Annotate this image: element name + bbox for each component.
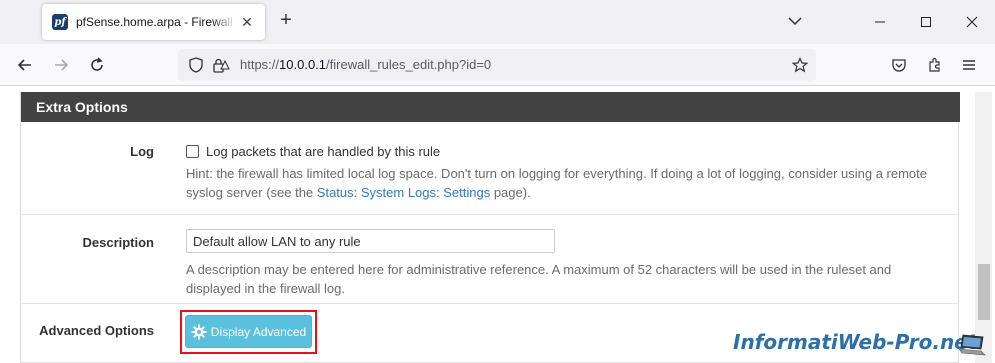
- log-checkbox[interactable]: [186, 145, 199, 158]
- tab-title: pfSense.home.arpa - Firewall: Rules: Edi…: [76, 15, 236, 29]
- browser-tab[interactable]: pf pfSense.home.arpa - Firewall: Rules: …: [42, 4, 265, 40]
- log-checkbox-label[interactable]: Log packets that are handled by this rul…: [206, 144, 440, 159]
- new-tab-icon[interactable]: +: [276, 10, 296, 30]
- gear-icon: [191, 324, 207, 339]
- scroll-thumb[interactable]: [978, 264, 990, 320]
- panel-heading: Extra Options: [21, 92, 960, 122]
- display-advanced-button[interactable]: Display Advanced: [185, 315, 312, 348]
- maximize-icon[interactable]: [912, 8, 940, 36]
- log-checkbox-line[interactable]: Log packets that are handled by this rul…: [186, 144, 946, 159]
- advanced-options-label: Advanced Options: [39, 323, 154, 338]
- pocket-icon[interactable]: [888, 54, 910, 76]
- system-logs-settings-link[interactable]: Status: System Logs: Settings: [317, 185, 490, 200]
- shield-icon[interactable]: [188, 57, 204, 73]
- extensions-icon[interactable]: [924, 54, 946, 76]
- hamburger-menu-icon[interactable]: [958, 54, 980, 76]
- description-label: Description: [82, 235, 154, 250]
- reload-icon[interactable]: [86, 54, 108, 76]
- watermark-text: InformatiWeb-Pro.net: [733, 330, 978, 354]
- log-label: Log: [130, 144, 154, 159]
- minimize-icon[interactable]: [866, 8, 894, 36]
- address-bar[interactable]: https://10.0.0.1/firewall_rules_edit.php…: [178, 49, 816, 81]
- extra-options-panel: Extra Options Log Log packets that are h…: [20, 92, 960, 363]
- tab-strip: pf pfSense.home.arpa - Firewall: Rules: …: [0, 0, 995, 44]
- log-row: Log Log packets that are handled by this…: [21, 122, 958, 215]
- chevron-down-icon[interactable]: [786, 12, 804, 30]
- close-window-icon[interactable]: [958, 8, 986, 36]
- pfsense-favicon-icon: pf: [52, 14, 68, 30]
- description-help: A description may be entered here for ad…: [186, 262, 892, 296]
- log-hint: Hint: the firewall has limited local log…: [186, 166, 928, 200]
- bookmark-star-icon[interactable]: [792, 57, 808, 73]
- navigation-bar: https://10.0.0.1/firewall_rules_edit.php…: [0, 44, 995, 86]
- page-content: Extra Options Log Log packets that are h…: [0, 86, 995, 363]
- forward-arrow-icon[interactable]: [50, 54, 72, 76]
- highlight-box: Display Advanced: [180, 310, 317, 354]
- description-row: Description A description may be entered…: [21, 215, 958, 304]
- page-scrollbar[interactable]: [975, 92, 992, 363]
- description-input[interactable]: [186, 229, 555, 253]
- laptop-icon: [958, 334, 986, 356]
- close-tab-icon[interactable]: ✕: [239, 14, 255, 30]
- url-text[interactable]: https://10.0.0.1/firewall_rules_edit.php…: [240, 57, 491, 72]
- lock-warning-icon[interactable]: [212, 57, 230, 73]
- back-arrow-icon[interactable]: [14, 54, 36, 76]
- display-advanced-label[interactable]: Display Advanced: [211, 325, 306, 339]
